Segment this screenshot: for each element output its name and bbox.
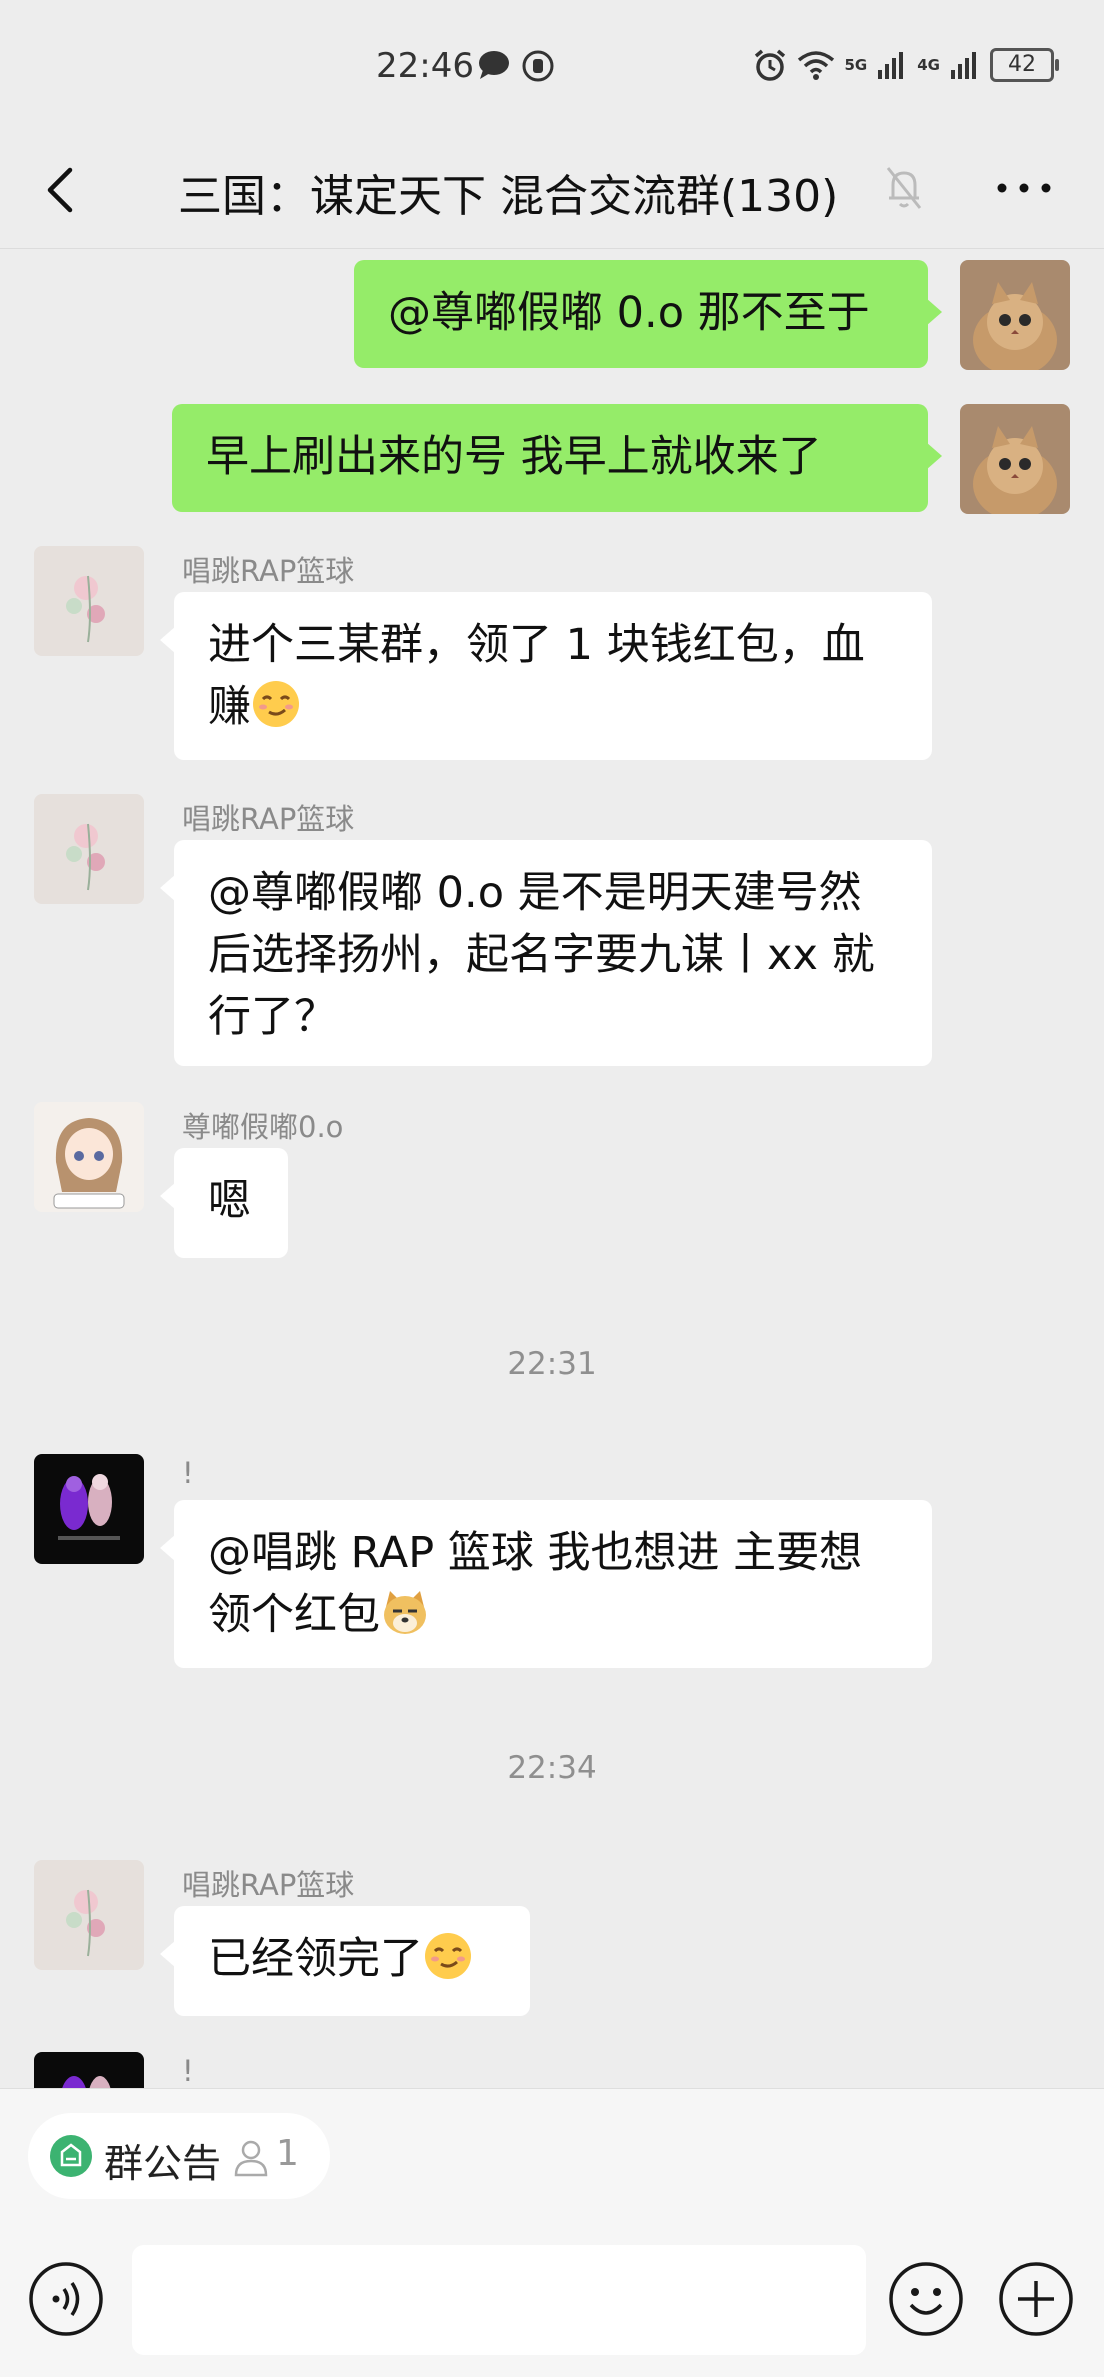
chat-title: 三国：谋定天下 混合交流群(130)	[178, 171, 839, 222]
message-outgoing: @尊嘟假嘟 0.o 那不至于	[0, 250, 1104, 390]
avatar[interactable]	[960, 404, 1070, 514]
message-list[interactable]: @尊嘟假嘟 0.o 那不至于 早上刷出来的号 我早上就收来了 唱跳RAP篮球 进…	[0, 250, 1104, 2088]
hand-stop-icon	[522, 50, 554, 82]
notice-count: 1	[276, 2133, 299, 2174]
chat-header: 三国：谋定天下 混合交流群(130)	[0, 130, 1104, 249]
back-icon[interactable]	[36, 160, 86, 220]
message-incoming: !	[0, 2052, 1104, 2088]
sender-name: 尊嘟假嘟0.o	[182, 1110, 344, 1144]
status-time: 22:46	[376, 46, 474, 86]
cat-avatar-icon	[960, 404, 1070, 514]
sender-name: 唱跳RAP篮球	[182, 554, 355, 588]
message-text: 嗯	[208, 1176, 251, 1226]
message-bubble[interactable]: 已经领完了	[160, 1906, 530, 2016]
message-bubble[interactable]: @唱跳 RAP 篮球 我也想进 主要想领个红包	[160, 1500, 932, 1668]
plus-icon[interactable]	[998, 2261, 1074, 2337]
avatar[interactable]	[960, 260, 1070, 370]
message-incoming: 唱跳RAP篮球 进个三某群，领了 1 块钱红包，血赚	[0, 546, 1104, 766]
wifi-icon	[797, 51, 834, 80]
alarm-icon	[754, 49, 785, 81]
message-incoming: 唱跳RAP篮球 @尊嘟假嘟 0.o 是不是明天建号然后选择扬州，起名字要九谋丨x…	[0, 794, 1104, 1074]
purple-figures-avatar-icon	[34, 2052, 144, 2088]
muted-bell-icon	[886, 167, 922, 209]
battery-indicator: 42	[990, 48, 1059, 82]
user-icon	[234, 2140, 268, 2177]
signal-4g-icon	[951, 52, 976, 79]
avatar[interactable]	[34, 1454, 144, 1564]
status-bar: 22:46 5G 4G 42	[0, 0, 1104, 130]
sender-name: !	[182, 1456, 194, 1490]
message-text: @尊嘟假嘟 0.o 是不是明天建号然后选择扬州，起名字要九谋丨xx 就行了？	[208, 868, 875, 1042]
smirk-face-icon	[253, 681, 299, 727]
anime-girl-avatar-icon	[34, 1102, 144, 1212]
avatar[interactable]	[34, 1860, 144, 1970]
message-bubble[interactable]: @尊嘟假嘟 0.o 是不是明天建号然后选择扬州，起名字要九谋丨xx 就行了？	[160, 840, 932, 1066]
flower-avatar-icon	[34, 794, 144, 904]
doge-icon	[384, 1591, 426, 1634]
message-text: 进个三某群，领了 1 块钱红包，血赚	[208, 620, 865, 732]
message-bubble[interactable]: 嗯	[160, 1148, 288, 1258]
message-text: @尊嘟假嘟 0.o 那不至于	[388, 288, 870, 338]
message-incoming: ! @唱跳 RAP 篮球 我也想进 主要想领个红包	[0, 1454, 1104, 1674]
message-text: 已经领完了	[208, 1934, 423, 1984]
avatar[interactable]	[34, 1102, 144, 1212]
group-notice-button[interactable]: 群公告 1	[28, 2113, 330, 2199]
chat-bubble-icon	[479, 51, 509, 79]
smirk-face-icon	[425, 1933, 471, 1979]
purple-figures-avatar-icon	[34, 1454, 144, 1564]
cat-avatar-icon	[960, 260, 1070, 370]
message-incoming: 尊嘟假嘟0.o 嗯	[0, 1102, 1104, 1272]
bottom-bar: 群公告 1	[0, 2088, 1104, 2377]
message-text: @唱跳 RAP 篮球 我也想进 主要想领个红包	[208, 1528, 863, 1640]
sender-name: !	[182, 2054, 194, 2088]
sender-name: 唱跳RAP篮球	[182, 802, 355, 836]
emoji-icon[interactable]	[888, 2261, 964, 2337]
network-4g-label: 4G	[917, 56, 940, 74]
flower-avatar-icon	[34, 1860, 144, 1970]
message-input[interactable]	[132, 2245, 866, 2355]
message-outgoing: 早上刷出来的号 我早上就收来了	[0, 394, 1104, 534]
voice-input-icon[interactable]	[28, 2261, 104, 2337]
time-separator: 22:31	[507, 1346, 597, 1382]
message-bubble[interactable]: 早上刷出来的号 我早上就收来了	[172, 404, 942, 512]
avatar[interactable]	[34, 2052, 144, 2088]
avatar[interactable]	[34, 794, 144, 904]
sender-name: 唱跳RAP篮球	[182, 1868, 355, 1902]
signal-5g-icon	[878, 52, 904, 79]
more-icon[interactable]	[994, 168, 1054, 208]
message-bubble[interactable]: @尊嘟假嘟 0.o 那不至于	[354, 260, 942, 368]
flower-avatar-icon	[34, 546, 144, 656]
network-5g-label: 5G	[844, 56, 868, 74]
message-bubble[interactable]: 进个三某群，领了 1 块钱红包，血赚	[160, 592, 932, 760]
time-separator: 22:34	[507, 1750, 597, 1786]
message-incoming: 唱跳RAP篮球 已经领完了	[0, 1860, 1104, 2030]
message-text: 早上刷出来的号 我早上就收来了	[206, 432, 822, 482]
group-notice-icon	[50, 2135, 92, 2177]
group-notice-label: 群公告	[104, 2142, 222, 2187]
avatar[interactable]	[34, 546, 144, 656]
